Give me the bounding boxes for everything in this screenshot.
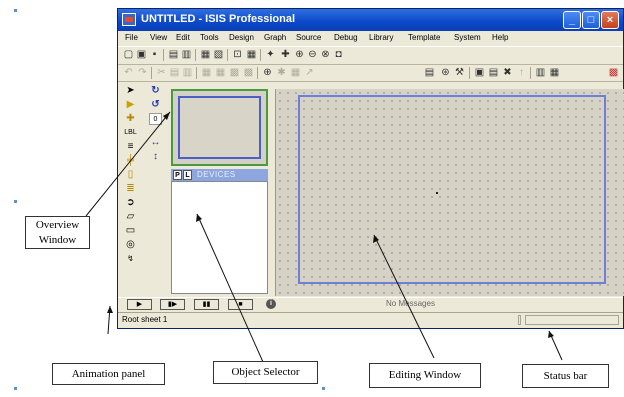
callout-object-selector: Object Selector (213, 361, 318, 384)
callout-editing-window: Editing Window (369, 363, 481, 388)
callout-arrows (85, 111, 563, 363)
callout-animation-panel: Animation panel (52, 363, 165, 385)
callout-overview-line2: Window (38, 234, 77, 246)
callout-overview-window: Overview Window (25, 216, 90, 249)
callout-status-bar: Status bar (522, 364, 609, 388)
callout-overview-line1: Overview (35, 219, 80, 231)
